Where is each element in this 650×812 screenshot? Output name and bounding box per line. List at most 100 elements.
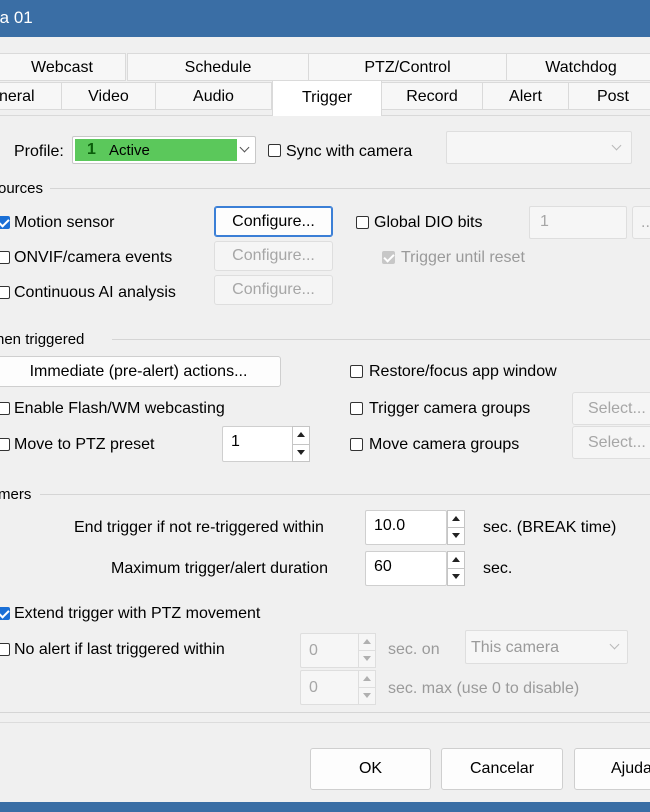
tab-trigger[interactable]: Trigger	[272, 80, 382, 116]
spin-divider	[293, 444, 309, 445]
chevron-down-icon	[611, 140, 622, 151]
chevron-down-icon	[239, 142, 250, 153]
tab-post[interactable]: Post	[568, 82, 650, 110]
tab-record[interactable]: Record	[381, 82, 483, 110]
select-move-groups-button[interactable]: Select...	[572, 426, 650, 459]
spin-up-icon[interactable]	[363, 676, 371, 681]
tab-video[interactable]: Video	[61, 82, 156, 110]
extend-ptz-checkbox[interactable]	[0, 607, 10, 620]
global-dio-label: Global DIO bits	[374, 214, 483, 231]
configure-onvif-button[interactable]: Configure...	[214, 241, 333, 271]
trigger-groups-label: Trigger camera groups	[369, 400, 531, 417]
profile-label: Profile:	[14, 143, 64, 160]
scope-value: This camera	[471, 639, 560, 656]
spin-divider	[359, 650, 375, 651]
profile-selected-highlight: 1 Active	[75, 139, 237, 161]
restore-focus-label: Restore/focus app window	[369, 363, 557, 380]
global-dio-checkbox[interactable]	[356, 216, 369, 229]
spin-up-icon[interactable]	[452, 516, 460, 521]
no-alert-field[interactable]: 0	[300, 633, 360, 668]
enable-flash-label: Enable Flash/WM webcasting	[14, 400, 225, 417]
move-groups-label: Move camera groups	[369, 436, 520, 453]
move-ptz-label: Move to PTZ preset	[14, 436, 155, 453]
onvif-checkbox[interactable]	[0, 251, 10, 264]
move-groups-checkbox[interactable]	[350, 438, 363, 451]
max-duration-field[interactable]: 60	[365, 551, 447, 586]
tab-audio[interactable]: Audio	[155, 82, 272, 110]
profile-select[interactable]: 1 Active	[72, 136, 256, 164]
tab-webcast[interactable]: Webcast	[0, 53, 126, 81]
window-title: ra 01	[0, 8, 33, 27]
spin-divider	[359, 687, 375, 688]
group-divider	[50, 188, 650, 189]
max-duration-label: Maximum trigger/alert duration	[111, 560, 328, 577]
max-field[interactable]: 0	[300, 670, 360, 705]
no-alert-unit: sec. on	[388, 641, 440, 658]
window-title-bar: ra 01	[0, 0, 650, 37]
trigger-until-reset-checkbox[interactable]	[382, 251, 395, 264]
motion-sensor-checkbox[interactable]	[0, 216, 10, 229]
max-spinner[interactable]	[358, 670, 376, 705]
tab-schedule[interactable]: Schedule	[127, 53, 309, 81]
spin-down-icon[interactable]	[452, 574, 460, 579]
max-duration-unit: sec.	[483, 560, 513, 577]
profile-number: 1	[87, 141, 96, 158]
spin-up-icon[interactable]	[363, 639, 371, 644]
spin-down-icon[interactable]	[363, 656, 371, 661]
chevron-down-icon	[609, 639, 620, 650]
sync-camera-select[interactable]	[446, 131, 632, 164]
onvif-label: ONVIF/camera events	[14, 249, 173, 266]
restore-focus-checkbox[interactable]	[350, 365, 363, 378]
dio-bits-field[interactable]: 1	[529, 206, 627, 239]
tab-ptz-control[interactable]: PTZ/Control	[308, 53, 507, 81]
group-divider	[0, 712, 650, 713]
configure-ai-button[interactable]: Configure...	[214, 275, 333, 305]
spin-down-icon[interactable]	[297, 450, 305, 455]
scope-select[interactable]: This camera	[465, 630, 628, 664]
extend-ptz-label: Extend trigger with PTZ movement	[14, 605, 261, 622]
dio-more-button[interactable]: ...	[632, 206, 650, 239]
no-alert-checkbox[interactable]	[0, 643, 10, 656]
no-alert-label: No alert if last triggered within	[14, 641, 225, 658]
select-trigger-groups-button[interactable]: Select...	[572, 392, 650, 425]
ptz-preset-spinner[interactable]	[292, 426, 310, 462]
enable-flash-checkbox[interactable]	[0, 402, 10, 415]
group-divider	[40, 494, 650, 495]
max-duration-spinner[interactable]	[447, 551, 465, 586]
window-bottom-border	[0, 802, 650, 812]
spin-up-icon[interactable]	[297, 432, 305, 437]
move-ptz-checkbox[interactable]	[0, 438, 10, 451]
sync-camera-label: Sync with camera	[286, 143, 413, 160]
ptz-preset-field[interactable]: 1	[222, 426, 294, 462]
spin-down-icon[interactable]	[452, 533, 460, 538]
timers-heading: mers	[0, 486, 32, 503]
end-trigger-label: End trigger if not re-triggered within	[74, 519, 324, 536]
ok-button[interactable]: OK	[310, 748, 431, 790]
end-trigger-unit: sec. (BREAK time)	[483, 519, 617, 536]
group-divider	[112, 339, 650, 340]
max-unit: sec. max (use 0 to disable)	[388, 680, 580, 697]
end-trigger-spinner[interactable]	[447, 510, 465, 545]
profile-value: Active	[109, 142, 150, 159]
spin-divider	[448, 527, 464, 528]
continuous-ai-checkbox[interactable]	[0, 286, 10, 299]
tab-general[interactable]: neral	[0, 82, 62, 110]
tab-alert[interactable]: Alert	[482, 82, 569, 110]
immediate-actions-button[interactable]: Immediate (pre-alert) actions...	[0, 356, 281, 387]
spin-down-icon[interactable]	[363, 693, 371, 698]
tab-watchdog[interactable]: Watchdog	[506, 53, 650, 81]
cancel-button[interactable]: Cancelar	[441, 748, 563, 790]
continuous-ai-label: Continuous AI analysis	[14, 284, 176, 301]
trigger-groups-checkbox[interactable]	[350, 402, 363, 415]
trigger-until-reset-label: Trigger until reset	[401, 249, 525, 266]
spin-up-icon[interactable]	[452, 557, 460, 562]
help-button[interactable]: Ajuda	[574, 748, 650, 790]
sync-camera-checkbox[interactable]	[268, 144, 281, 157]
when-triggered-heading: hen triggered	[0, 331, 85, 348]
end-trigger-field[interactable]: 10.0	[365, 510, 447, 545]
configure-motion-button[interactable]: Configure...	[214, 206, 333, 237]
spin-divider	[448, 568, 464, 569]
no-alert-spinner[interactable]	[358, 633, 376, 668]
motion-sensor-label: Motion sensor	[14, 214, 115, 231]
sources-group-heading: ources	[0, 180, 44, 197]
